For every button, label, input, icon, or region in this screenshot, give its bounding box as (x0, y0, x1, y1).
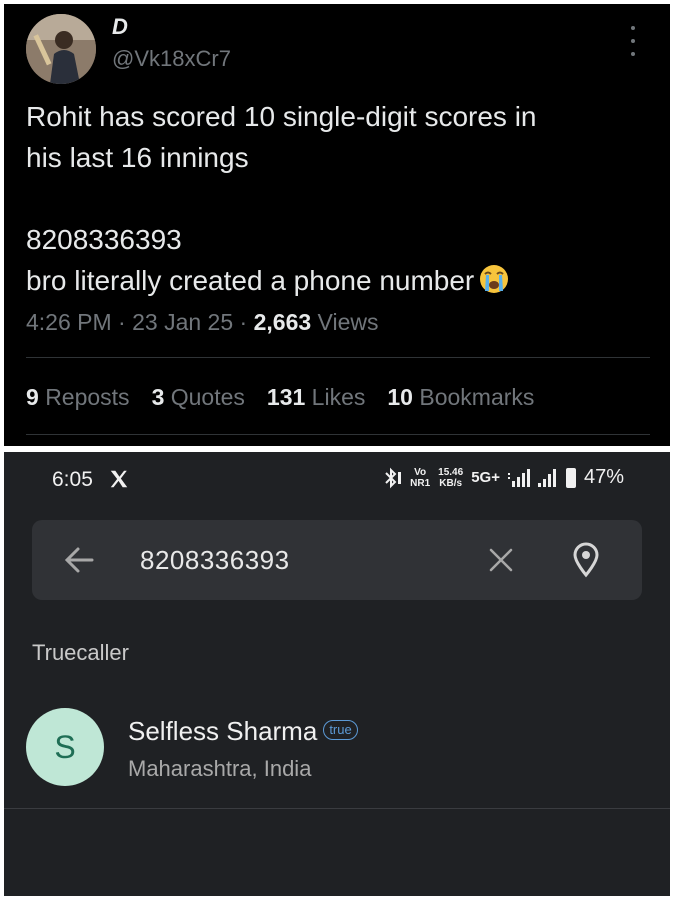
volte-indicator: Vo NR1 (410, 467, 430, 489)
status-icons: Vo NR1 15.46 KB/s 5G+ 47% (382, 466, 624, 489)
status-time: 6:05 (52, 468, 93, 491)
tweet-text-line: bro literally created a phone number (26, 265, 475, 296)
truecaller-badge: true (323, 720, 358, 740)
views-count: 2,663 (253, 309, 312, 335)
tweet-text-number: 8208336393 (26, 224, 182, 255)
divider (4, 808, 670, 809)
reposts-count: 9 (26, 384, 39, 410)
battery-level: 47% (583, 466, 624, 488)
speed-unit: KB/s (439, 477, 463, 489)
reposts-label: Reposts (45, 384, 130, 410)
tweet-text-line: Rohit has scored 10 single-digit scores … (26, 101, 537, 132)
divider (26, 434, 650, 435)
signal-strength-icon (507, 468, 530, 487)
back-arrow-icon[interactable] (64, 546, 94, 574)
tweet-stats: 9 Reposts 3 Quotes 131 Likes 10 Bookmark… (26, 384, 534, 411)
contact-name: Selfless Sharma (128, 716, 318, 746)
contact-name-row: Selfless Sharma true (128, 716, 358, 747)
battery-icon (565, 467, 576, 488)
quotes-count: 3 (151, 384, 165, 410)
meta-separator: · (239, 309, 248, 335)
tweet-meta: 4:26 PM · 23 Jan 25 · 2,663 Views (26, 309, 378, 336)
network-speed: 15.46 KB/s (438, 467, 463, 489)
search-bar[interactable]: 8208336393 (32, 520, 642, 600)
likes-count: 131 (266, 384, 306, 410)
tweet-text-line-with-emoji: bro literally created a phone number (26, 260, 646, 301)
quotes-label: Quotes (170, 384, 245, 410)
tweet-text-line: his last 16 innings (26, 142, 249, 173)
close-icon[interactable] (488, 547, 514, 573)
divider (26, 357, 650, 358)
display-name[interactable]: D (112, 14, 128, 40)
tweet-time[interactable]: 4:26 PM (26, 309, 112, 335)
quotes-stat[interactable]: 3 Quotes (152, 384, 245, 411)
views-label: Views (317, 309, 379, 335)
network-type: 5G+ (471, 469, 500, 486)
contact-avatar: S (26, 708, 104, 786)
user-avatar[interactable] (26, 14, 96, 84)
signal-strength-icon (537, 468, 556, 487)
search-input[interactable]: 8208336393 (140, 545, 290, 576)
volte-bottom: NR1 (410, 477, 431, 489)
search-result-item[interactable]: S Selfless Sharma true Maharashtra, India (26, 708, 646, 788)
loudly-crying-face-emoji (480, 265, 509, 293)
x-logo-icon (110, 470, 128, 488)
bookmarks-stat[interactable]: 10 Bookmarks (387, 384, 534, 411)
reposts-stat[interactable]: 9 Reposts (26, 384, 130, 411)
tweet-date[interactable]: 23 Jan 25 (132, 309, 233, 335)
meta-separator: · (118, 309, 126, 335)
location-pin-icon[interactable] (572, 542, 600, 578)
likes-stat[interactable]: 131 Likes (267, 384, 365, 411)
user-handle[interactable]: @Vk18xCr7 (112, 46, 231, 72)
tweet-card: D @Vk18xCr7 Rohit has scored 10 single-d… (4, 4, 670, 446)
more-options-icon[interactable] (624, 26, 642, 56)
contact-location: Maharashtra, India (128, 756, 312, 781)
section-label: Truecaller (32, 640, 129, 665)
speed-value: 15.46 (438, 466, 464, 478)
bookmarks-label: Bookmarks (419, 384, 535, 410)
likes-label: Likes (311, 384, 366, 410)
volte-top: Vo (414, 466, 427, 478)
status-bar: 6:05 Vo NR1 15.46 KB/s 5G+ 47% (4, 452, 670, 508)
tweet-body: Rohit has scored 10 single-digit scores … (26, 96, 646, 301)
bluetooth-icon (385, 467, 402, 488)
bookmarks-count: 10 (387, 384, 413, 410)
phone-screen: 6:05 Vo NR1 15.46 KB/s 5G+ 47% 820833639… (4, 452, 670, 896)
